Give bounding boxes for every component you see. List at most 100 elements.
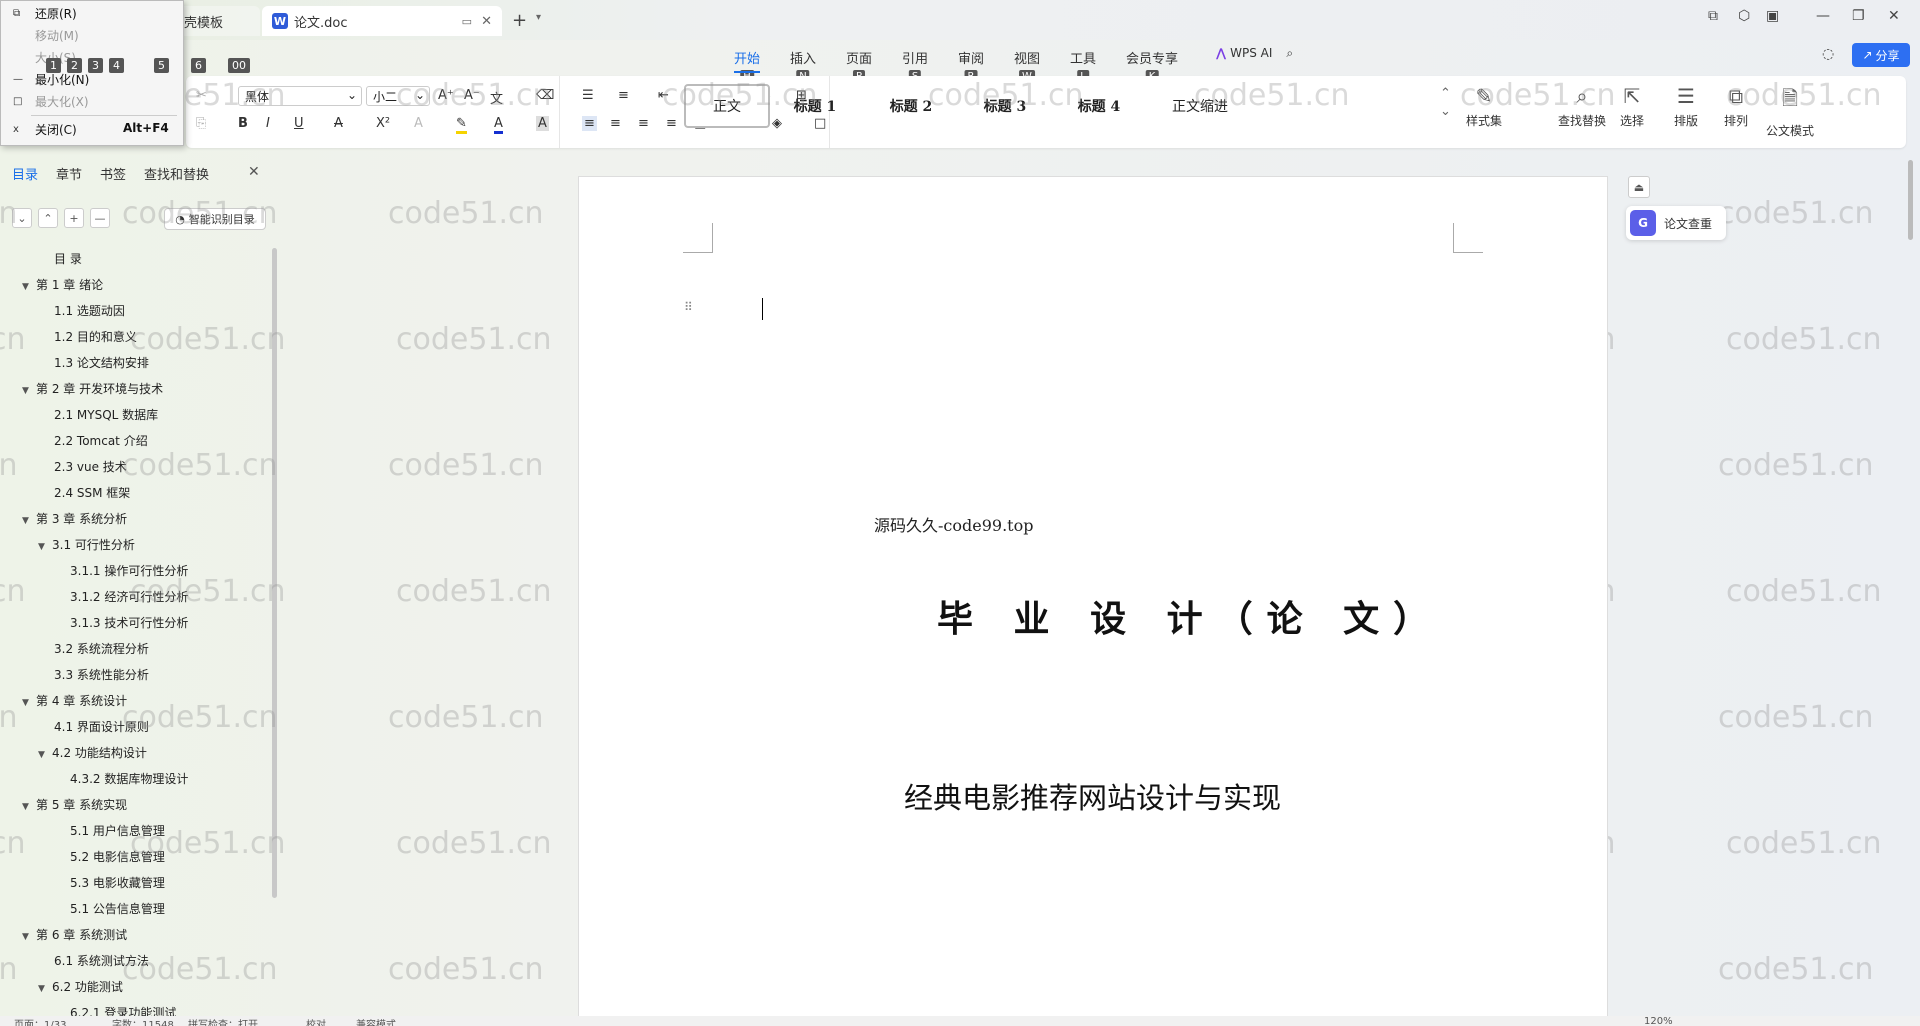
style-3[interactable]: 标题 2 <box>866 84 956 128</box>
expand-triangle-icon[interactable]: ▼ <box>22 508 36 534</box>
sysmenu-item[interactable]: 还原(R) <box>35 5 77 23</box>
nav-tab-4[interactable]: 查找和替换 <box>144 164 209 183</box>
nav-tab-2[interactable]: 章节 <box>56 164 82 183</box>
toc-item[interactable]: ▼ 第 4 章 系统设计 <box>0 688 270 714</box>
chevron-down-icon[interactable]: ▾ <box>536 12 541 23</box>
styles-expand-icon[interactable]: ⌄ <box>1440 104 1451 119</box>
close-window-icon[interactable]: ✕ <box>1888 8 1900 24</box>
close-pane-icon[interactable]: ✕ <box>248 164 260 180</box>
toc-item[interactable]: ▼ 4.2 功能结构设计 <box>0 740 270 766</box>
toc-item[interactable]: ▼ 第 3 章 系统分析 <box>0 506 270 532</box>
collapse-all-button[interactable]: ⌄ <box>12 208 32 228</box>
toc-item[interactable]: 5.3 电影收藏管理 <box>0 870 270 896</box>
new-tab-icon[interactable]: + <box>512 10 527 31</box>
ribbon-button-4[interactable]: ☰ 排版 <box>1658 84 1714 129</box>
nav-tab-3[interactable]: 书签 <box>100 164 126 183</box>
style-2[interactable]: 标题 1 <box>770 84 860 128</box>
drag-handle-icon[interactable]: ⠿ <box>684 300 693 314</box>
toc-item[interactable]: 3.1.2 经济可行性分析 <box>0 584 270 610</box>
restore-icon[interactable]: ❐ <box>1852 8 1865 24</box>
menu-4[interactable]: 引用S <box>902 48 928 83</box>
monitor-icon[interactable]: ▭ <box>462 15 472 28</box>
avatar-icon[interactable]: ▣ <box>1766 8 1779 24</box>
expand-triangle-icon[interactable]: ▼ <box>22 274 36 300</box>
expand-triangle-icon[interactable]: ▼ <box>38 976 52 1002</box>
ribbon-button-2[interactable]: ⌕ 查找替换 <box>1554 84 1610 129</box>
menu-5[interactable]: 审阅R <box>958 48 984 83</box>
expand-up-button[interactable]: ⌃ <box>38 208 58 228</box>
toc-item[interactable]: 4.1 界面设计原则 <box>0 714 270 740</box>
menu-8[interactable]: 会员专享K <box>1126 48 1178 83</box>
toc-item[interactable]: ▼ 第 6 章 系统测试 <box>0 922 270 948</box>
search-icon[interactable]: ⌕ <box>1286 46 1293 60</box>
menu-1[interactable]: 开始H <box>734 48 761 83</box>
toc-item[interactable]: 3.3 系统性能分析 <box>0 662 270 688</box>
share-button[interactable]: ↗ 分享 <box>1852 43 1910 67</box>
status-proof[interactable]: 校对 <box>306 1016 326 1026</box>
styles-scroll-icon[interactable]: ⌃ <box>1440 86 1451 101</box>
wps-ai-button[interactable]: ⋀ WPS AI ⌕ <box>1216 46 1293 61</box>
ribbon-button-1[interactable]: ✎ 样式集 <box>1456 84 1512 129</box>
expand-triangle-icon[interactable]: ▼ <box>22 378 36 404</box>
status-page[interactable]: 页面：1/33 <box>14 1016 66 1026</box>
chat-icon[interactable]: ◌ <box>1822 46 1834 62</box>
expand-triangle-icon[interactable]: ▼ <box>38 742 52 768</box>
toc-item[interactable]: 3.1.1 操作可行性分析 <box>0 558 270 584</box>
ribbon-button-6[interactable]: 🗎 公文模式 <box>1762 84 1818 139</box>
toc-item[interactable]: 2.4 SSM 框架 <box>0 480 270 506</box>
style-4[interactable]: 标题 3 <box>960 84 1050 128</box>
side-collapse-icon[interactable]: ⏏ <box>1628 176 1650 198</box>
ribbon-button-3[interactable]: ⇱ 选择 <box>1604 84 1660 129</box>
toc-item[interactable]: 2.1 MYSQL 数据库 <box>0 402 270 428</box>
toc-label: 第 3 章 系统分析 <box>36 512 128 526</box>
plagiarism-check-button[interactable]: G 论文查重 <box>1626 206 1726 240</box>
toc-item[interactable]: 3.2 系统流程分析 <box>0 636 270 662</box>
toc-item[interactable]: ▼ 第 2 章 开发环境与技术 <box>0 376 270 402</box>
menu-2[interactable]: 插入N <box>790 48 816 83</box>
toc-item[interactable]: 1.3 论文结构安排 <box>0 350 270 376</box>
toc-item[interactable]: 5.1 用户信息管理 <box>0 818 270 844</box>
layout-icon[interactable]: ⧉ <box>1708 8 1718 24</box>
expand-triangle-icon[interactable]: ▼ <box>22 690 36 716</box>
style-6[interactable]: 正文缩进 <box>1150 84 1250 128</box>
toc-item[interactable]: ▼ 第 1 章 绪论 <box>0 272 270 298</box>
sysmenu-item[interactable]: 最小化(N) <box>35 71 89 89</box>
menu-6[interactable]: 视图W <box>1014 48 1040 83</box>
toc-item[interactable]: 目 录 <box>0 246 270 272</box>
ribbon-button-5[interactable]: ⧉ 排列 <box>1708 84 1764 129</box>
toc-item[interactable]: 5.1 公告信息管理 <box>0 896 270 922</box>
toc-label: 5.1 公告信息管理 <box>70 902 165 916</box>
doc-scrollbar[interactable] <box>1908 160 1913 240</box>
expand-triangle-icon[interactable]: ▼ <box>22 924 36 950</box>
toc-item[interactable]: 5.2 电影信息管理 <box>0 844 270 870</box>
toc-item[interactable]: 2.3 vue 技术 <box>0 454 270 480</box>
style-1[interactable]: 正文 <box>684 84 770 128</box>
sysmenu-item[interactable]: 关闭(C) <box>35 121 77 139</box>
nav-scrollbar[interactable] <box>272 248 277 898</box>
status-zoom[interactable]: 120% <box>1644 1016 1673 1026</box>
add-heading-button[interactable]: + <box>64 208 84 228</box>
nav-tab-1[interactable]: 目录 <box>12 164 38 183</box>
toc-item[interactable]: ▼ 第 5 章 系统实现 <box>0 792 270 818</box>
status-words[interactable]: 字数：11548 <box>112 1016 174 1026</box>
menu-3[interactable]: 页面P <box>846 48 872 83</box>
toc-item[interactable]: 1.2 目的和意义 <box>0 324 270 350</box>
tab-document[interactable]: W 论文.doc ▭ ✕ <box>262 6 502 36</box>
toc-item[interactable]: 3.1.3 技术可行性分析 <box>0 610 270 636</box>
minimize-icon[interactable]: — <box>1816 8 1830 24</box>
toc-item[interactable]: ▼ 3.1 可行性分析 <box>0 532 270 558</box>
expand-triangle-icon[interactable]: ▼ <box>38 534 52 560</box>
menu-7[interactable]: 工具L <box>1070 48 1096 83</box>
toc-item[interactable]: 4.3.2 数据库物理设计 <box>0 766 270 792</box>
style-5[interactable]: 标题 4 <box>1054 84 1144 128</box>
toc-item[interactable]: ▼ 6.2 功能测试 <box>0 974 270 1000</box>
cube-icon[interactable]: ⬡ <box>1738 8 1750 24</box>
smart-toc-button[interactable]: ◔ 智能识别目录 <box>164 208 266 230</box>
toc-item[interactable]: 6.1 系统测试方法 <box>0 948 270 974</box>
tab-close-icon[interactable]: ✕ <box>481 14 492 29</box>
expand-triangle-icon[interactable]: ▼ <box>22 794 36 820</box>
toc-item[interactable]: 2.2 Tomcat 介绍 <box>0 428 270 454</box>
remove-heading-button[interactable]: — <box>90 208 110 228</box>
toc-item[interactable]: 1.1 选题动因 <box>0 298 270 324</box>
status-spell[interactable]: 拼写检查：打开 <box>188 1016 258 1026</box>
